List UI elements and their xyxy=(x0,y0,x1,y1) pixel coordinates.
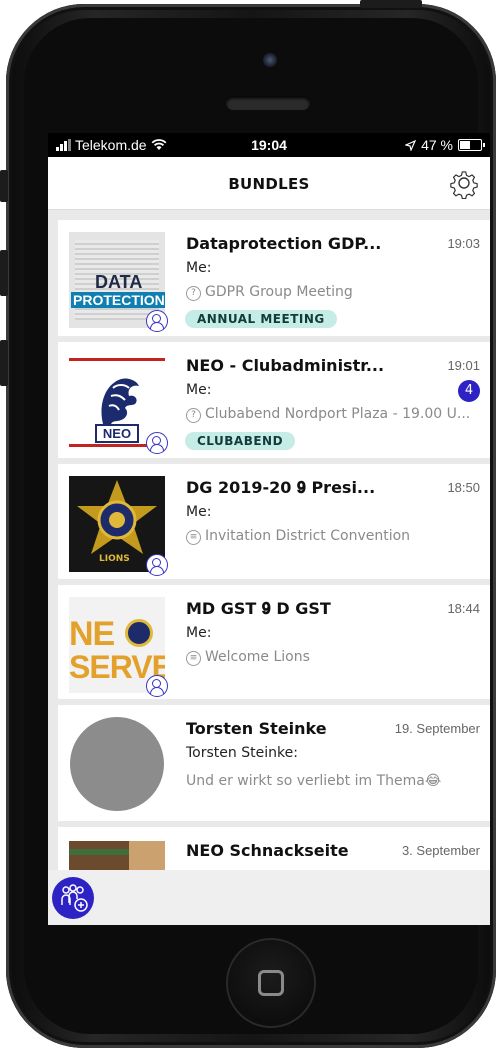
bundle-sender: Me: xyxy=(186,625,212,641)
bundle-list: DATA PROTECTION Dataprotection GDP... 19… xyxy=(58,220,490,883)
bundle-tag: ANNUAL MEETING xyxy=(185,310,337,328)
group-badge-icon xyxy=(146,432,168,454)
bundle-time: 3. September xyxy=(401,843,480,858)
thumb-text: PROTECTION xyxy=(71,292,165,308)
bundle-sender: Torsten Steinke: xyxy=(186,745,298,761)
thumb-text: NEO xyxy=(95,424,139,443)
thumb-text: DATA xyxy=(95,272,143,292)
list-icon: ≡ xyxy=(186,530,201,545)
battery-icon xyxy=(458,139,485,151)
group-badge-icon xyxy=(146,310,168,332)
bundle-time: 19:01 xyxy=(447,358,480,373)
volume-down-button xyxy=(0,340,8,386)
bundle-preview: ≡ Invitation District Convention xyxy=(186,528,482,545)
bundle-preview-text: Invitation District Convention xyxy=(205,528,411,544)
bundle-tag: CLUBABEND xyxy=(185,432,296,450)
bundle-title: DG 2019-20 𝟗 Presi... xyxy=(186,478,376,497)
bundle-preview: ≡ Welcome Lions xyxy=(186,649,482,666)
screen: Telekom.de 19:04 47 % BUNDLES DATA PROTE… xyxy=(48,133,490,925)
volume-up-button xyxy=(0,250,8,296)
status-bar: Telekom.de 19:04 47 % xyxy=(48,133,490,157)
home-square-icon xyxy=(258,970,284,996)
location-arrow-icon xyxy=(405,139,417,151)
page-title: BUNDLES xyxy=(228,175,310,193)
bundle-title: MD GST 𝟗 D GST xyxy=(186,599,331,618)
bundle-preview: ? GDPR Group Meeting xyxy=(186,284,482,301)
bundle-sender: Me: xyxy=(186,260,212,276)
list-icon: ≡ xyxy=(186,651,201,666)
group-badge-icon xyxy=(146,554,168,576)
bundle-preview-text: Und er wirkt so verliebt im Thema😂 xyxy=(186,773,442,789)
bottom-bar xyxy=(48,870,490,925)
question-icon: ? xyxy=(186,408,201,423)
bundle-item[interactable]: Torsten Steinke 19. September Torsten St… xyxy=(58,705,490,821)
battery-percentage: 47 % xyxy=(421,137,453,153)
bundle-item[interactable]: NE SERVE MD GST 𝟗 D GST 18:44 Me: ≡ Welco… xyxy=(58,585,490,699)
add-group-button[interactable] xyxy=(52,877,94,919)
bundle-item[interactable]: NEO NEO - Clubadministr... 19:01 4 Me: ?… xyxy=(58,342,490,458)
bundle-title: Torsten Steinke xyxy=(186,719,327,738)
unread-badge: 4 xyxy=(458,380,480,402)
mute-switch xyxy=(0,170,8,202)
thumb-text: LIONS xyxy=(99,554,130,564)
home-button[interactable] xyxy=(228,940,314,1026)
bundle-title: NEO - Clubadministr... xyxy=(186,356,385,375)
battery-fill xyxy=(460,141,471,149)
gear-icon[interactable] xyxy=(448,167,480,199)
bundle-sender: Me: xyxy=(186,382,212,398)
group-badge-icon xyxy=(146,675,168,697)
add-group-icon xyxy=(61,884,88,912)
app-header: BUNDLES xyxy=(48,157,490,210)
front-camera xyxy=(263,53,277,67)
bundle-time: 18:50 xyxy=(447,480,480,495)
bundle-preview-text: Welcome Lions xyxy=(205,649,310,665)
bundle-title: Dataprotection GDP... xyxy=(186,234,382,253)
question-icon: ? xyxy=(186,286,201,301)
bundle-sender: Me: xyxy=(186,504,212,520)
lions-logo-icon xyxy=(125,619,153,647)
bundle-preview: ? Clubabend Nordport Plaza - 19.00 U... xyxy=(186,406,482,423)
power-button xyxy=(360,0,422,8)
earpiece-speaker xyxy=(226,96,310,110)
bundle-title: NEO Schnackseite xyxy=(186,841,349,860)
bundle-preview-text: GDPR Group Meeting xyxy=(205,284,353,300)
bundle-time: 18:44 xyxy=(447,601,480,616)
bundle-item[interactable]: LIONS DG 2019-20 𝟗 Presi... 18:50 Me: ≡ I… xyxy=(58,464,490,579)
bundle-preview-text: Clubabend Nordport Plaza - 19.00 U... xyxy=(205,406,471,422)
bundle-time: 19. September xyxy=(394,721,480,736)
bundle-item[interactable]: DATA PROTECTION Dataprotection GDP... 19… xyxy=(58,220,490,336)
avatar xyxy=(70,717,164,811)
bundle-time: 19:03 xyxy=(447,236,480,251)
bundle-preview: Und er wirkt so verliebt im Thema😂 xyxy=(186,773,482,789)
